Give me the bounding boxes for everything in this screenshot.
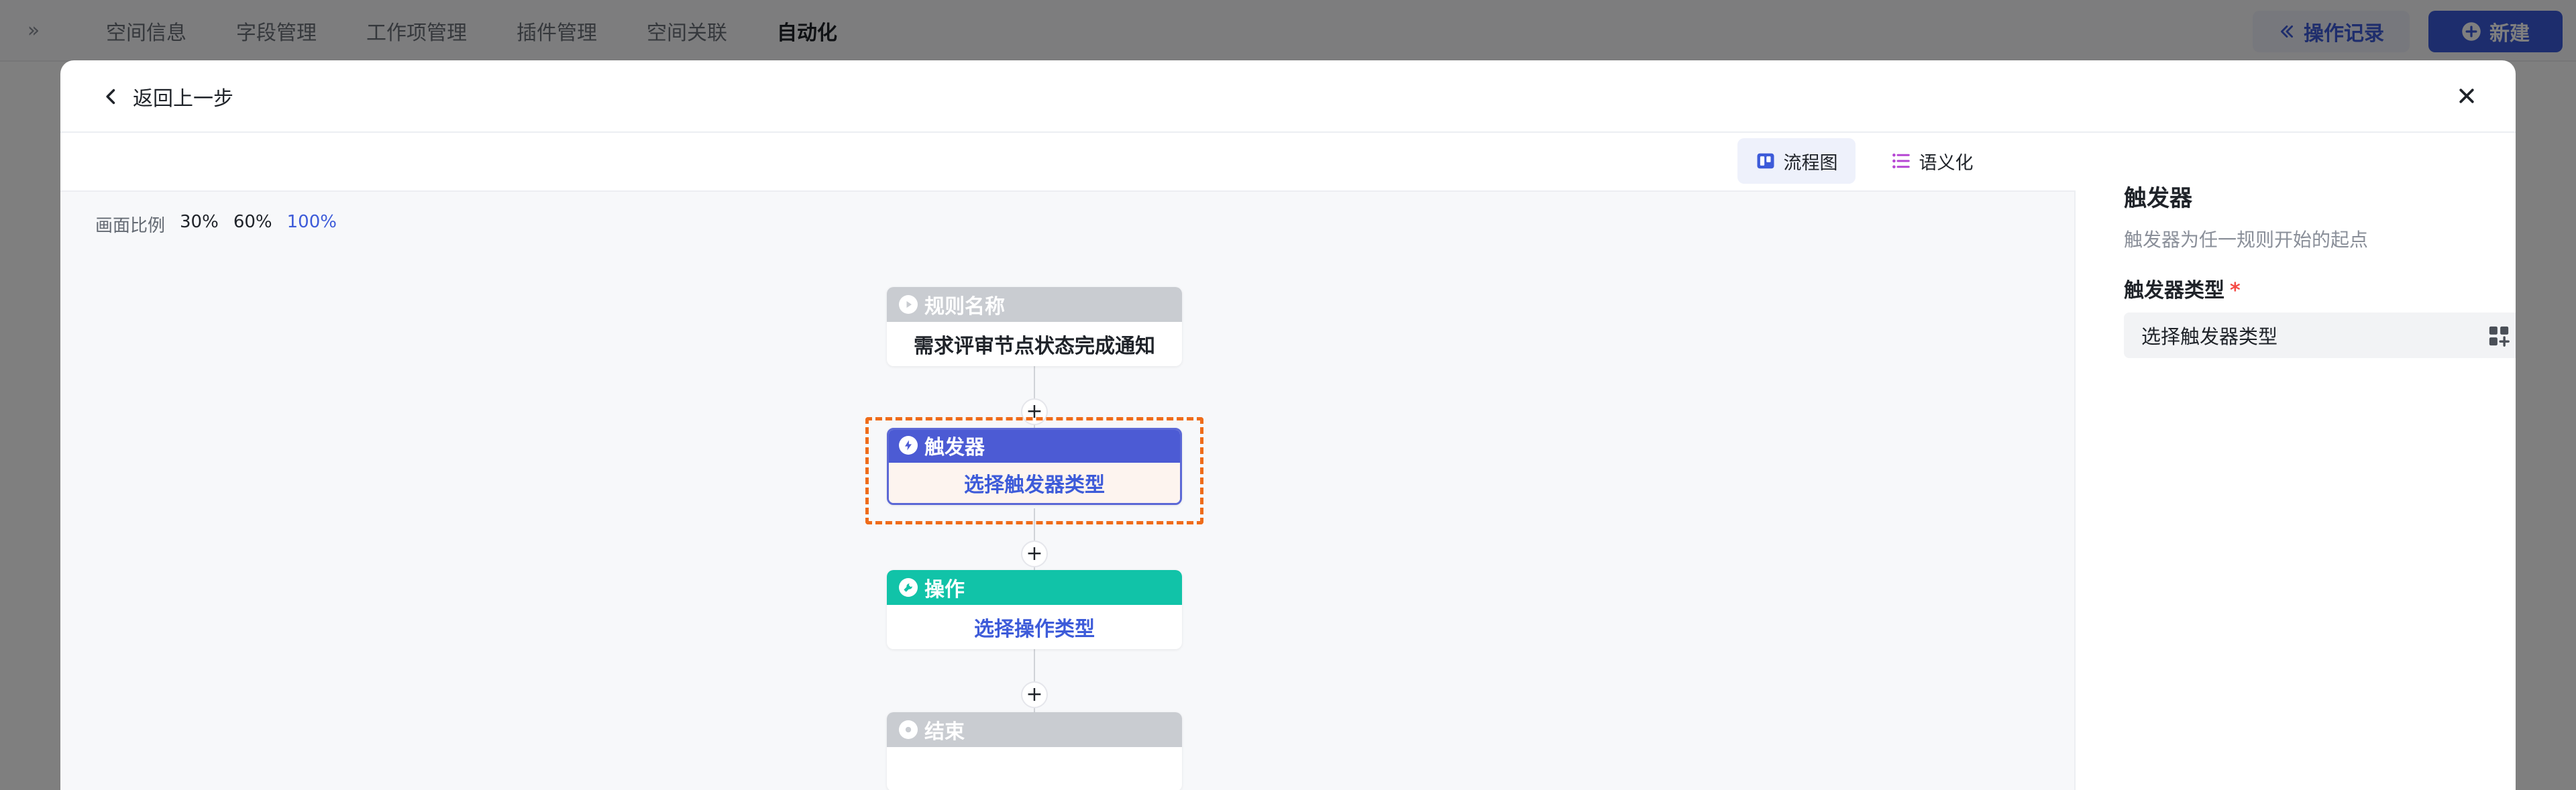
operation-node-title: 操作 — [924, 578, 965, 602]
trigger-type-field-label: 触发器类型 * — [2124, 274, 2241, 303]
trigger-type-label-text: 触发器类型 — [2124, 279, 2224, 302]
trigger-bolt-icon — [899, 436, 918, 455]
modal-header: 返回上一步 — [60, 60, 2516, 133]
add-step-button[interactable]: + — [1021, 541, 1048, 567]
end-node-header: 结束 — [887, 712, 1182, 747]
close-icon — [2459, 89, 2474, 103]
view-toggle-bar: 流程图 语义化 — [60, 133, 2076, 192]
flowchart-view-label: 流程图 — [1783, 152, 1838, 174]
zoom-option-100[interactable]: 100% — [287, 212, 337, 237]
automation-rule-modal: 返回上一步 流程图 语义化 画面比例 30% 60% 100% 规则名称 需求评… — [60, 60, 2516, 790]
required-mark: * — [2230, 279, 2241, 302]
trigger-config-panel: 触发器 触发器为任一规则开始的起点 触发器类型 * 选择触发器类型 — [2077, 133, 2516, 790]
stop-circle-icon — [899, 720, 918, 739]
zoom-label: 画面比例 — [95, 216, 166, 236]
back-label: 返回上一步 — [133, 87, 233, 111]
flow-canvas[interactable]: 流程图 语义化 画面比例 30% 60% 100% 规则名称 需求评审节点状态完… — [60, 133, 2076, 790]
operation-type-value[interactable]: 选择操作类型 — [887, 605, 1182, 649]
trigger-type-select[interactable]: 选择触发器类型 — [2124, 313, 2516, 358]
rule-name-node[interactable]: 规则名称 需求评审节点状态完成通知 — [887, 287, 1182, 366]
operation-node[interactable]: 操作 选择操作类型 — [887, 570, 1182, 649]
close-button[interactable] — [2451, 80, 2482, 111]
back-button[interactable]: 返回上一步 — [102, 79, 233, 114]
list-icon — [1892, 154, 1910, 168]
flowchart-view-button[interactable]: 流程图 — [1737, 138, 1856, 184]
panel-title: 触发器 — [2124, 185, 2192, 212]
rule-name-value: 需求评审节点状态完成通知 — [914, 335, 1155, 358]
zoom-control: 画面比例 30% 60% 100% — [95, 212, 337, 237]
trigger-node-header: 触发器 — [889, 430, 1180, 463]
chevron-left-icon — [106, 89, 115, 105]
rule-name-node-title: 规则名称 — [924, 295, 1005, 319]
panel-description: 触发器为任一规则开始的起点 — [2124, 229, 2369, 251]
end-node-body — [887, 747, 1182, 790]
semantic-view-label: 语义化 — [1919, 152, 1974, 174]
play-icon — [899, 295, 918, 314]
end-node[interactable]: 结束 — [887, 712, 1182, 790]
semantic-view-button[interactable]: 语义化 — [1873, 138, 1991, 184]
trigger-type-placeholder: 选择触发器类型 — [2141, 325, 2278, 348]
zoom-option-60[interactable]: 60% — [233, 212, 272, 237]
app-grid-add-icon — [2489, 326, 2510, 347]
flowchart-icon — [1757, 153, 1774, 169]
wrench-icon — [899, 578, 918, 597]
trigger-type-value[interactable]: 选择触发器类型 — [889, 463, 1180, 503]
trigger-node[interactable]: 触发器 选择触发器类型 — [887, 428, 1182, 505]
end-node-title: 结束 — [924, 720, 965, 744]
operation-node-header: 操作 — [887, 570, 1182, 605]
trigger-node-title: 触发器 — [924, 436, 985, 459]
rule-name-node-header: 规则名称 — [887, 287, 1182, 322]
zoom-option-30[interactable]: 30% — [180, 212, 219, 237]
add-step-button[interactable]: + — [1021, 681, 1048, 708]
